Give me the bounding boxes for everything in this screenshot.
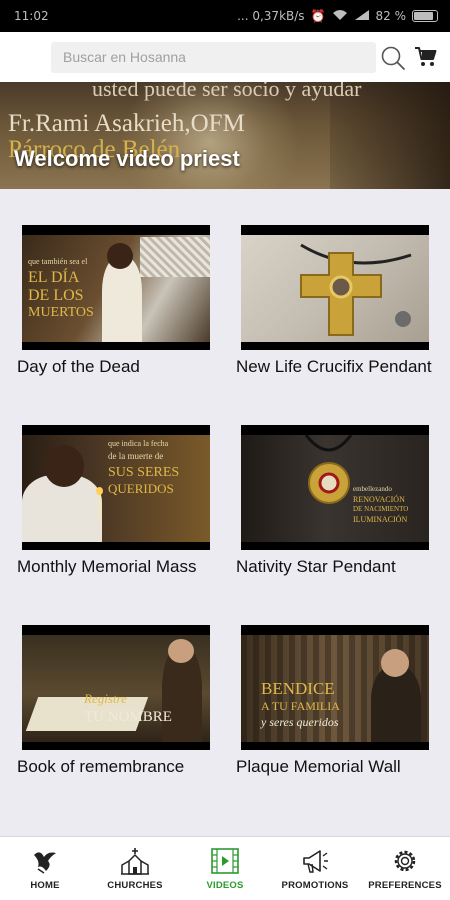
thumb-overlay-text: embellezando [353, 485, 392, 493]
search-icon[interactable] [380, 45, 406, 71]
status-bar: 11:02 ... 0,37kB/s ⏰ 82 % [0, 0, 450, 32]
thumb-overlay-text: Registre [84, 691, 127, 706]
video-thumbnail[interactable]: que indica la fecha de la muerte de SUS … [22, 425, 210, 550]
video-title[interactable]: New Life Crucifix Pendant [236, 356, 441, 378]
wifi-icon [332, 9, 348, 24]
video-thumbnail[interactable] [241, 225, 429, 350]
hero-overlay-line1: usted puede ser socio y ayudar [92, 82, 362, 101]
status-time: 11:02 [14, 9, 49, 23]
thumb-overlay-text: QUERIDOS [108, 481, 174, 496]
nav-label: PREFERENCES [368, 880, 442, 891]
video-title[interactable]: Day of the Dead [17, 356, 222, 378]
nav-item-churches[interactable]: CHURCHES [90, 837, 180, 900]
thumb-overlay-text: SUS SERES [108, 465, 180, 480]
thumb-overlay-text: BENDICE [261, 679, 335, 698]
nav-item-videos[interactable]: VIDEOS [180, 837, 270, 900]
video-title[interactable]: Nativity Star Pendant [236, 556, 441, 578]
nav-item-preferences[interactable]: PREFERENCES [360, 837, 450, 900]
thumb-overlay-text: EL DÍA [28, 269, 80, 286]
thumb-overlay-text: RENOVACIÓN [353, 495, 405, 504]
nav-label: PROMOTIONS [281, 880, 349, 891]
megaphone-icon [303, 850, 328, 873]
dove-icon [34, 852, 56, 874]
thumb-overlay-text: y seres queridos [261, 715, 339, 729]
search-input[interactable]: Buscar en Hosanna [51, 42, 376, 73]
thumb-overlay-text: DE NACIMIENTO [353, 505, 409, 513]
battery-percent: 82 % [375, 9, 407, 23]
thumb-overlay-text: que indica la fecha [108, 439, 169, 448]
nav-label: CHURCHES [107, 880, 163, 891]
video-thumbnail[interactable]: que también sea el EL DÍA DE LOS MUERTOS [22, 225, 210, 350]
video-thumbnail[interactable]: BENDICE A TU FAMILIA y seres queridos [241, 625, 429, 750]
hero-banner[interactable]: usted puede ser socio y ayudar Fr.Rami A… [0, 82, 450, 189]
cart-icon[interactable] [414, 45, 438, 69]
video-icon [211, 848, 239, 874]
network-speed: ... 0,37kB/s [237, 9, 305, 23]
signal-icon [354, 9, 370, 24]
video-title[interactable]: Monthly Memorial Mass [17, 556, 222, 578]
video-title[interactable]: Book of remembrance [17, 756, 222, 778]
church-icon [121, 848, 149, 875]
app-header: Buscar en Hosanna [0, 32, 450, 82]
video-thumbnail[interactable]: embellezando RENOVACIÓN DE NACIMIENTO IL… [241, 425, 429, 550]
hero-title: Welcome video priest [14, 146, 240, 171]
thumb-overlay-text: MUERTOS [28, 305, 94, 320]
nav-label: HOME [30, 880, 60, 891]
nav-item-promotions[interactable]: PROMOTIONS [270, 837, 360, 900]
thumb-overlay-text: TU NOMBRE [84, 709, 172, 725]
battery-icon [412, 10, 438, 22]
thumb-overlay-text: DE LOS [28, 287, 84, 304]
thumb-overlay-text: que también sea el [28, 257, 88, 266]
video-thumbnail[interactable]: Registre TU NOMBRE [22, 625, 210, 750]
nav-item-home[interactable]: HOME [0, 837, 90, 900]
thumb-overlay-text: ILUMINACIÓN [353, 515, 408, 524]
gear-icon [394, 850, 416, 872]
thumb-overlay-text: de la muerte de [108, 451, 164, 461]
hero-overlay-line2: Fr.Rami Asakrieh,OFM [8, 110, 245, 137]
alarm-icon: ⏰ [310, 9, 326, 23]
video-title[interactable]: Plaque Memorial Wall [236, 756, 441, 778]
bottom-nav: HOME CHURCHES VIDEOS PROMOTIONS PREFEREN… [0, 836, 450, 900]
thumb-overlay-text: A TU FAMILIA [261, 699, 340, 713]
nav-label: VIDEOS [206, 880, 244, 891]
